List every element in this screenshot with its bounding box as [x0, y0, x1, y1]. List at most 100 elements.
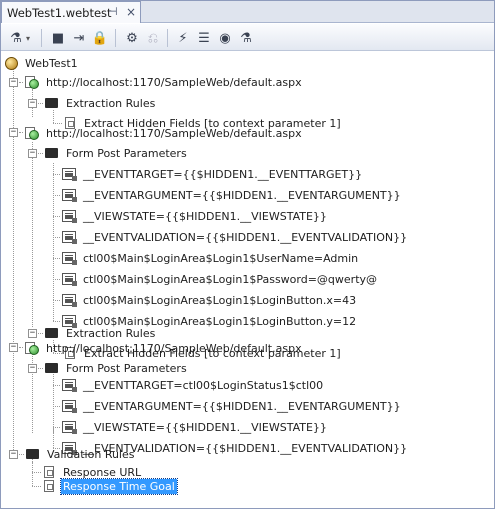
- tree-node-request[interactable]: http://localhost:1170/SampleWeb/default.…: [24, 73, 304, 91]
- collapse-toggle[interactable]: −: [9, 78, 18, 87]
- tree-line: [19, 347, 23, 348]
- close-icon[interactable]: ×: [126, 5, 136, 19]
- form-parameter-icon: [61, 398, 77, 414]
- tree-node-param[interactable]: ctl00$Main$LoginArea$Login1$LoginButton.…: [61, 291, 358, 309]
- tree-label: Form Post Parameters: [66, 146, 187, 160]
- form-parameter-icon: [61, 229, 77, 245]
- form-parameter-icon: [61, 208, 77, 224]
- collapse-toggle[interactable]: −: [28, 364, 37, 373]
- data-source-icon[interactable]: ☰: [195, 29, 213, 47]
- tree-label: __EVENTTARGET={{$HIDDEN1.__EVENTTARGET}}: [83, 167, 363, 181]
- tree-label: __EVENTARGUMENT={{$HIDDEN1.__EVENTARGUME…: [83, 399, 401, 413]
- web-request-icon: [24, 125, 40, 141]
- tree-node-param[interactable]: __VIEWSTATE={{$HIDDEN1.__VIEWSTATE}}: [61, 418, 329, 436]
- tree-node-param[interactable]: ctl00$Main$LoginArea$Login1$UserName=Adm…: [61, 249, 360, 267]
- tree-line: [53, 216, 60, 217]
- tree-node-validation-rules[interactable]: Validation Rules: [25, 445, 137, 463]
- web-request-icon: [24, 74, 40, 90]
- editor-toolbar: ⚗ ▾ ■ ⇥ 🔒 ⚙ ⎌ ⚡ ☰ ◉ ⚗: [1, 24, 494, 51]
- tree-node-form-post[interactable]: Form Post Parameters: [44, 144, 189, 162]
- collapse-toggle[interactable]: −: [9, 450, 18, 459]
- tree-node-param[interactable]: __VIEWSTATE={{$HIDDEN1.__VIEWSTATE}}: [61, 207, 329, 225]
- folder-icon: [25, 446, 41, 462]
- tree-node-param[interactable]: __EVENTVALIDATION={{$HIDDEN1.__EVENTVALI…: [61, 228, 409, 246]
- tree-line: [53, 406, 60, 407]
- run-test-icon[interactable]: ⚗: [237, 29, 255, 47]
- tree-line: [38, 153, 43, 154]
- lock-icon[interactable]: 🔒: [91, 29, 109, 47]
- toolbar-separator: [115, 29, 116, 47]
- tree-line: [53, 300, 54, 321]
- tree-node-param[interactable]: __EVENTARGUMENT={{$HIDDEN1.__EVENTARGUME…: [61, 397, 403, 415]
- tree-node-param[interactable]: __EVENTTARGET={{$HIDDEN1.__EVENTTARGET}}: [61, 165, 364, 183]
- tree-label: ctl00$Main$LoginArea$Login1$Password=@qw…: [83, 272, 378, 286]
- add-extraction-rule-icon[interactable]: ⎌: [144, 29, 162, 47]
- webtest-editor-window: WebTest1.webtest ⊣ × ⚗ ▾ ■ ⇥ 🔒 ⚙ ⎌ ⚡ ☰ ◉…: [0, 0, 495, 509]
- toolbar-separator: [41, 29, 42, 47]
- tree-node-extraction-rules[interactable]: Extraction Rules: [44, 94, 157, 112]
- tree-line: [53, 174, 60, 175]
- tree-line: [53, 195, 60, 196]
- collapse-toggle[interactable]: −: [28, 149, 37, 158]
- tab-webtest1[interactable]: WebTest1.webtest ⊣ ×: [1, 1, 141, 23]
- tree-label: ctl00$Main$LoginArea$Login1$LoginButton.…: [83, 293, 357, 307]
- collapse-toggle[interactable]: −: [9, 128, 18, 137]
- tree-line: [38, 333, 43, 334]
- tree-node-validation-rule-selected[interactable]: Response Time Goal: [41, 477, 178, 495]
- collapse-toggle[interactable]: −: [9, 343, 18, 352]
- insert-request-icon[interactable]: ⇥: [70, 29, 88, 47]
- tree-node-request[interactable]: http://localhost:1170/SampleWeb/default.…: [24, 124, 304, 142]
- pin-icon[interactable]: ⊣: [108, 5, 118, 18]
- collapse-toggle[interactable]: −: [28, 99, 37, 108]
- tree-node-param[interactable]: ctl00$Main$LoginArea$Login1$Password=@qw…: [61, 270, 379, 288]
- tree-line: [32, 142, 33, 327]
- tree-line: [19, 454, 24, 455]
- request-url: http://localhost:1170/SampleWeb/default.…: [46, 126, 302, 140]
- tree-label: ctl00$Main$LoginArea$Login1$UserName=Adm…: [83, 251, 359, 265]
- add-validation-rule-icon[interactable]: ⚙: [123, 29, 141, 47]
- rule-icon: [41, 478, 57, 494]
- tab-title: WebTest1.webtest: [7, 5, 112, 20]
- tree-line: [38, 103, 43, 104]
- tree-line: [53, 427, 60, 428]
- tree-label: __EVENTTARGET=ctl00$LoginStatus1$ctl00: [83, 378, 324, 392]
- folder-icon: [44, 95, 60, 111]
- tree-line: [53, 374, 54, 433]
- tree-line: [19, 82, 23, 83]
- record-icon[interactable]: ◉: [216, 29, 234, 47]
- tree-node-param[interactable]: __EVENTTARGET=ctl00$LoginStatus1$ctl00: [61, 376, 325, 394]
- tree-line: [32, 486, 41, 487]
- tree-label: Response Time Goal: [60, 477, 178, 495]
- tree-label: __VIEWSTATE={{$HIDDEN1.__VIEWSTATE}}: [83, 209, 327, 223]
- tree-line: [53, 110, 54, 123]
- collapse-toggle[interactable]: −: [28, 329, 37, 338]
- form-parameter-icon: [61, 250, 77, 266]
- request-url: http://localhost:1170/SampleWeb/default.…: [46, 341, 302, 355]
- tree-line: [32, 462, 33, 486]
- tree-line: [19, 132, 23, 133]
- tree-line: [53, 300, 60, 301]
- web-request-icon: [24, 340, 40, 356]
- folder-icon: [44, 360, 60, 376]
- tree-node-param[interactable]: __EVENTARGUMENT={{$HIDDEN1.__EVENTARGUME…: [61, 186, 403, 204]
- tree-node-form-post[interactable]: Form Post Parameters: [44, 359, 189, 377]
- tree-label: WebTest1: [25, 56, 78, 70]
- form-parameter-icon: [61, 377, 77, 393]
- stop-icon[interactable]: ■: [49, 29, 67, 47]
- tree-node-request[interactable]: http://localhost:1170/SampleWeb/default.…: [24, 339, 304, 357]
- form-parameter-icon: [61, 292, 77, 308]
- form-parameter-icon: [61, 419, 77, 435]
- request-url: http://localhost:1170/SampleWeb/default.…: [46, 75, 302, 89]
- parameterize-icon[interactable]: ⚡: [174, 29, 192, 47]
- tree-line: [32, 472, 41, 473]
- tree-node-root[interactable]: WebTest1: [3, 54, 80, 72]
- dropdown-arrow-icon[interactable]: ▾: [23, 29, 33, 47]
- tree-label: Extraction Rules: [66, 96, 156, 110]
- tree-line: [38, 368, 43, 369]
- document-tab-strip: WebTest1.webtest ⊣ ×: [1, 1, 494, 23]
- folder-icon: [44, 145, 60, 161]
- toolbar-separator: [167, 29, 168, 47]
- form-parameter-icon: [61, 187, 77, 203]
- webtest-icon: [3, 55, 19, 71]
- tree-line: [53, 385, 60, 386]
